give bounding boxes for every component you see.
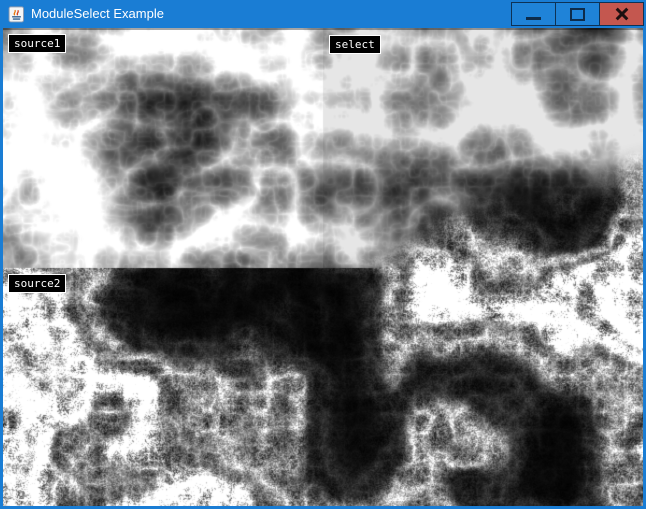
java-coffee-cup-icon bbox=[7, 5, 25, 23]
minimize-button[interactable] bbox=[511, 2, 556, 26]
minimize-icon bbox=[526, 17, 541, 20]
noise-canvas bbox=[3, 28, 643, 506]
app-window: ModuleSelect Example source1 select sour… bbox=[0, 0, 646, 509]
window-title: ModuleSelect Example bbox=[31, 0, 164, 28]
label-source1: source1 bbox=[8, 34, 66, 53]
maximize-icon bbox=[570, 8, 585, 21]
label-source2: source2 bbox=[8, 274, 66, 293]
window-controls bbox=[512, 2, 644, 26]
label-select: select bbox=[329, 35, 381, 54]
render-area: source1 select source2 bbox=[3, 28, 643, 506]
maximize-button[interactable] bbox=[555, 2, 600, 26]
close-button[interactable] bbox=[599, 2, 644, 26]
titlebar[interactable]: ModuleSelect Example bbox=[0, 0, 646, 28]
